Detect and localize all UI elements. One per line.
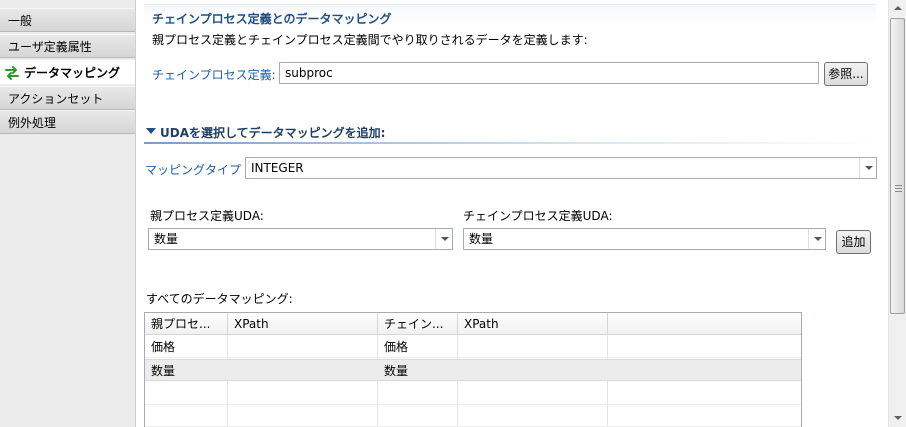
scrollbar-thumb[interactable] (890, 18, 905, 314)
chain-process-field[interactable]: subproc (279, 62, 819, 84)
table-cell: 数量 (384, 364, 409, 378)
all-mappings-label: すべてのデータマッピング: (146, 292, 293, 306)
column-header-chain-xpath[interactable]: XPath (458, 313, 608, 335)
collapse-toggle-icon[interactable] (146, 128, 156, 134)
add-mapping-section: UDAを選択してデータマッピングを追加: (144, 122, 876, 146)
table-row-empty (145, 383, 801, 405)
scroll-down-arrow-icon[interactable] (889, 410, 906, 427)
chevron-down-icon[interactable] (808, 229, 825, 249)
parent-uda-select[interactable]: 数量 (148, 228, 453, 250)
table-cell (228, 360, 378, 382)
nav-item-label: ユーザ定義属性 (8, 40, 92, 54)
navigation-panel: 一般 ユーザ定義属性 データマッピング アクションセット 例外処理 (0, 0, 136, 427)
table-cell: 価格 (151, 340, 176, 354)
nav-item-label: データマッピング (24, 66, 121, 80)
nav-item-general[interactable]: 一般 (0, 8, 135, 32)
vertical-scrollbar[interactable] (888, 0, 906, 427)
nav-item-label: 例外処理 (8, 116, 57, 130)
grip-icon (895, 185, 902, 192)
chain-process-label[interactable]: チェインプロセス定義: (152, 66, 276, 83)
chain-uda-label: チェインプロセス定義UDA: (463, 209, 613, 223)
table-row-empty (145, 405, 801, 427)
table-cell (228, 336, 378, 358)
section-divider (144, 142, 876, 144)
column-header-chain[interactable]: チェイン... (378, 313, 458, 335)
column-header-parent-xpath[interactable]: XPath (228, 313, 378, 335)
chain-uda-select[interactable]: 数量 (463, 228, 826, 250)
scroll-up-arrow-icon[interactable] (889, 0, 906, 17)
nav-item-label: アクションセット (8, 92, 104, 106)
table-row[interactable]: 価格 価格 (145, 336, 801, 358)
section-description: 親プロセス定義とチェインプロセス定義間でやり取りされるデータを定義します: (152, 33, 588, 47)
section-header: チェインプロセス定義とのデータマッピング (144, 4, 876, 26)
column-header-filler (608, 313, 801, 335)
table-cell (458, 360, 608, 382)
main-content: チェインプロセス定義とのデータマッピング 親プロセス定義とチェインプロセス定義間… (136, 0, 888, 427)
mappings-table[interactable]: 親プロセ... XPath チェイン... XPath 価格 価格 数量 数量 (144, 312, 802, 427)
chain-uda-value: 数量 (469, 232, 494, 246)
mapping-type-select[interactable]: INTEGER (245, 157, 877, 179)
section-title: チェインプロセス定義とのデータマッピング (152, 12, 392, 26)
nav-item-user-attributes[interactable]: ユーザ定義属性 (0, 34, 135, 58)
add-mapping-title: UDAを選択してデータマッピングを追加: (160, 126, 386, 140)
mapping-arrows-icon (5, 66, 19, 80)
browse-button[interactable]: 参照... (824, 62, 868, 86)
nav-item-action-set[interactable]: アクションセット (0, 86, 135, 110)
nav-item-data-mapping[interactable]: データマッピング (0, 60, 135, 84)
mapping-type-value: INTEGER (251, 161, 304, 175)
chevron-down-icon[interactable] (859, 158, 876, 178)
table-row[interactable]: 数量 数量 (145, 359, 801, 382)
add-button[interactable]: 追加 (836, 230, 871, 254)
parent-uda-value: 数量 (154, 232, 179, 246)
table-cell: 価格 (384, 340, 409, 354)
chevron-down-icon[interactable] (435, 229, 452, 249)
column-header-parent[interactable]: 親プロセ... (145, 313, 228, 335)
mapping-type-label[interactable]: マッピングタイプ (145, 161, 241, 178)
nav-item-label: 一般 (8, 14, 33, 28)
table-cell (458, 336, 608, 358)
table-cell: 数量 (151, 364, 176, 378)
parent-uda-label: 親プロセス定義UDA: (150, 209, 264, 223)
nav-item-exception-handling[interactable]: 例外処理 (0, 110, 135, 134)
